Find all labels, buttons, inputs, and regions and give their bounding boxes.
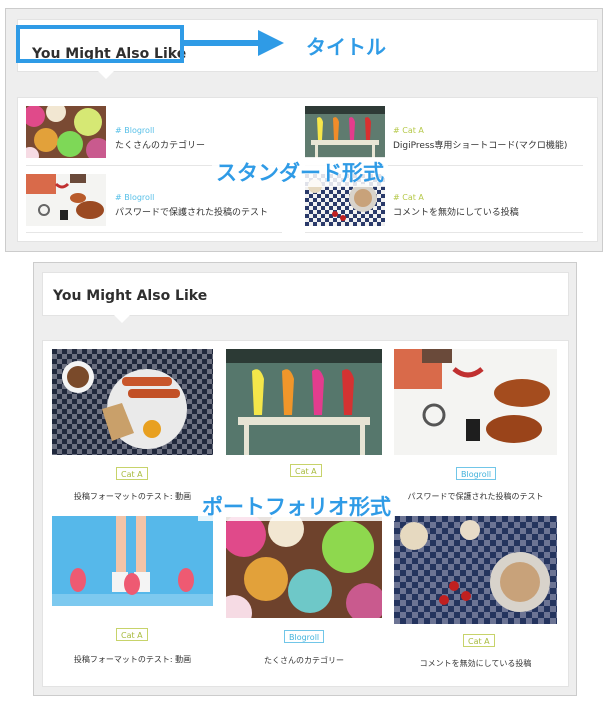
- item-title[interactable]: コメントを無効にしている投稿: [393, 205, 519, 218]
- item-category[interactable]: # Blogroll: [115, 193, 154, 202]
- title-highlight-box: [16, 25, 184, 63]
- item-title[interactable]: DigiPress専用ショートコード(マクロ機能): [393, 138, 567, 151]
- category-badge[interactable]: Blogroll: [284, 630, 325, 643]
- header-notch: [114, 315, 130, 323]
- item-category[interactable]: # Cat A: [393, 193, 424, 202]
- item-title[interactable]: パスワードで保護された投稿のテスト: [394, 491, 557, 502]
- arrow-right-icon: [184, 30, 284, 56]
- item-title[interactable]: たくさんのカテゴリー: [226, 655, 382, 666]
- item-category[interactable]: # Cat A: [393, 126, 424, 135]
- annotation-title-label: タイトル: [306, 35, 386, 59]
- category-badge[interactable]: Cat A: [463, 634, 495, 647]
- item-divider: [26, 232, 282, 233]
- item-title[interactable]: 投稿フォーマットのテスト: 動画: [52, 491, 213, 502]
- thumb-accessories-large[interactable]: [394, 349, 557, 455]
- category-badge[interactable]: Cat A: [290, 464, 322, 477]
- category-badge[interactable]: Cat A: [116, 628, 148, 641]
- related-header: You Might Also Like: [42, 272, 569, 316]
- thumb-breakfast[interactable]: [52, 349, 213, 455]
- item-title[interactable]: コメントを無効にしている投稿: [394, 658, 557, 669]
- thumb-picnic-large[interactable]: [394, 516, 557, 624]
- thumb-heels[interactable]: [305, 106, 385, 158]
- thumb-pineapples[interactable]: [52, 516, 213, 606]
- thumb-gelato-large[interactable]: [226, 517, 382, 618]
- item-divider: [305, 232, 583, 233]
- thumb-heels-large[interactable]: [226, 349, 382, 455]
- item-title[interactable]: たくさんのカテゴリー: [115, 138, 205, 151]
- item-category[interactable]: # Blogroll: [115, 126, 154, 135]
- thumb-accessories[interactable]: [26, 174, 106, 226]
- category-badge[interactable]: Cat A: [116, 467, 148, 480]
- annotation-portfolio-label: ポートフォリオ形式: [198, 491, 395, 521]
- item-title[interactable]: 投稿フォーマットのテスト: 動画: [52, 654, 213, 665]
- thumb-gelato[interactable]: [26, 106, 106, 158]
- category-badge[interactable]: Blogroll: [456, 467, 497, 480]
- related-heading: You Might Also Like: [53, 288, 208, 304]
- header-notch: [98, 71, 114, 79]
- item-title[interactable]: パスワードで保護された投稿のテスト: [115, 205, 268, 218]
- annotation-standard-label: スタンダード形式: [212, 157, 388, 187]
